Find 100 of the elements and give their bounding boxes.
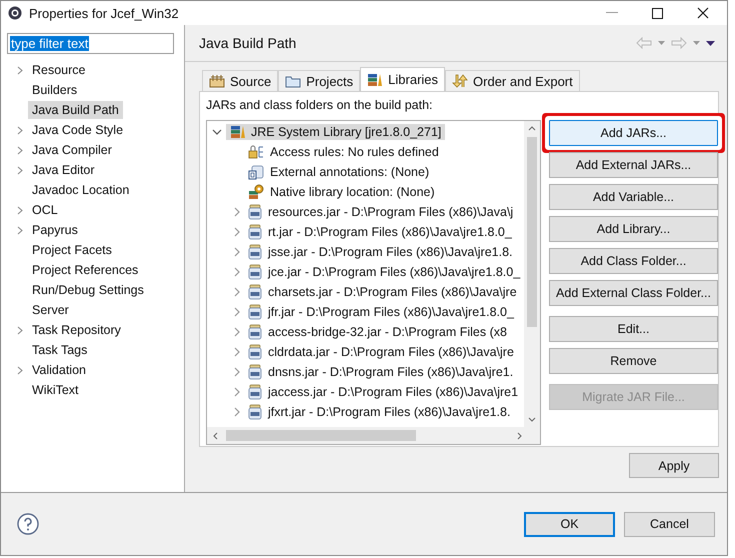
jar-icon [248,304,262,320]
page-title: Java Build Path [199,35,296,51]
books-gear-icon [248,184,264,200]
action-button[interactable]: Add Class Folder... [549,248,718,274]
tab[interactable]: Projects [278,70,360,91]
chevron-down-icon[interactable] [212,127,222,137]
apply-button[interactable]: Apply [629,453,719,478]
close-icon[interactable] [697,7,709,19]
scroll-right-icon[interactable] [517,432,522,440]
dialog-button[interactable]: Cancel [624,512,715,536]
tree-item[interactable]: resources.jar - D:\Program Files (x86)\Java\j [268,205,514,219]
tree-item[interactable]: Native library location: (None) [270,185,435,199]
jar-icon [248,204,262,220]
jar-icon [248,244,262,260]
sidebar-item[interactable]: Java Editor [28,161,99,179]
jar-icon [248,344,262,360]
tree-item[interactable]: charsets.jar - D:\Program Files (x86)\Java\jre [268,285,517,299]
vertical-scrollbar[interactable] [524,121,540,427]
books-icon [367,72,384,86]
chevron-right-icon[interactable] [17,146,23,154]
horizontal-scrollbar[interactable] [207,427,540,444]
forward-arrow-icon[interactable] [671,37,687,49]
sidebar-item[interactable]: Task Tags [28,341,92,359]
sidebar-item[interactable]: Papyrus [28,221,82,239]
action-button[interactable]: Remove [549,348,718,374]
tab[interactable]: Source [202,70,278,91]
sidebar-item[interactable]: OCL [28,201,62,219]
tree-item[interactable]: access-bridge-32.jar - D:\Program Files (x8 [268,325,507,339]
sidebar-item[interactable]: Javadoc Location [28,181,134,199]
chevron-right-icon[interactable] [232,207,242,217]
folder-icon [285,74,302,88]
tree-item[interactable]: jfr.jar - D:\Program Files (x86)\Java\jre1.8.0_ [268,305,514,319]
chevron-right-icon[interactable] [17,206,23,214]
scroll-down-icon[interactable] [528,417,536,422]
tree-item[interactable]: JRE System Library [jre1.8.0_271] [226,124,446,140]
menu-caret-icon[interactable] [706,40,715,46]
chevron-right-icon[interactable] [232,407,242,417]
chevron-right-icon[interactable] [232,347,242,357]
tab[interactable]: Libraries [360,67,446,91]
jar-icon [248,224,262,240]
sidebar-item[interactable]: Validation [28,361,90,379]
jar-icon [248,264,262,280]
tree-item[interactable]: jce.jar - D:\Program Files (x86)\Java\jre1.8.0_ [268,265,520,279]
scroll-left-icon[interactable] [213,432,218,440]
sidebar-item[interactable]: Task Repository [28,321,125,339]
chevron-right-icon[interactable] [232,247,242,257]
action-button[interactable]: Add External Class Folder... [549,280,718,306]
tree-item[interactable]: jaccess.jar - D:\Program Files (x86)\Java\jre1 [268,385,518,399]
sidebar-item[interactable]: WikiText [28,381,83,399]
tree-item[interactable]: jsse.jar - D:\Program Files (x86)\Java\jre1.8. [268,245,513,259]
chevron-right-icon[interactable] [232,307,242,317]
dialog-button[interactable]: OK [524,512,615,536]
chevron-right-icon[interactable] [232,287,242,297]
chevron-right-icon[interactable] [232,367,242,377]
action-button[interactable]: Add Variable... [549,184,718,210]
sidebar-item[interactable]: Server [28,301,73,319]
chevron-right-icon[interactable] [17,226,23,234]
sidebar-item[interactable]: Builders [28,81,82,99]
chevron-right-icon[interactable] [17,366,23,374]
sidebar-item[interactable]: Project References [28,261,142,279]
action-button[interactable]: Add External JARs... [549,152,718,178]
chevron-right-icon[interactable] [232,327,242,337]
sidebar-item[interactable]: Project Facets [28,241,116,259]
tree-item[interactable]: dnsns.jar - D:\Program Files (x86)\Java\jre1. [268,365,514,379]
chevron-right-icon[interactable] [232,227,242,237]
jar-icon [248,284,262,300]
tree-item[interactable]: cldrdata.jar - D:\Program Files (x86)\Java\jre [268,345,514,359]
chevron-right-icon[interactable] [232,267,242,277]
tree-item[interactable]: External annotations: (None) [270,165,430,179]
tree-item[interactable]: Access rules: No rules defined [270,145,439,159]
scroll-up-icon[interactable] [528,126,536,131]
jar-icon [248,324,262,340]
action-button[interactable]: Add Library... [549,216,718,242]
books-icon [230,125,246,139]
chevron-right-icon[interactable] [17,326,23,334]
chevron-right-icon[interactable] [17,66,23,74]
caret-icon[interactable] [658,41,665,45]
package-icon [209,74,225,88]
sidebar-item[interactable]: Resource [28,61,90,79]
chevron-right-icon[interactable] [17,126,23,134]
tab[interactable]: Order and Export [445,70,580,91]
filter-field[interactable]: type filter text [7,33,174,54]
back-arrow-icon[interactable] [636,37,652,49]
action-button[interactable]: Edit... [549,316,718,342]
jar-icon [248,364,262,380]
minimize-icon[interactable] [606,12,618,14]
sidebar-item[interactable]: Java Build Path [28,101,123,119]
maximize-icon[interactable] [652,8,663,18]
chevron-right-icon[interactable] [232,387,242,397]
sidebar-item[interactable]: Java Code Style [28,121,128,139]
caret-icon[interactable] [693,41,700,45]
sidebar-item[interactable]: Java Compiler [28,141,116,159]
jar-icon [248,384,262,400]
help-icon[interactable] [17,513,39,535]
up-down-arrows-icon [452,74,468,88]
tree-item[interactable]: rt.jar - D:\Program Files (x86)\Java\jre1.8.0_ [268,225,512,239]
chevron-right-icon[interactable] [17,166,23,174]
tree-item[interactable]: jfxrt.jar - D:\Program Files (x86)\Java\jre1.8. [268,405,510,419]
sidebar-item[interactable]: Run/Debug Settings [28,281,148,299]
jar-icon [248,404,262,420]
